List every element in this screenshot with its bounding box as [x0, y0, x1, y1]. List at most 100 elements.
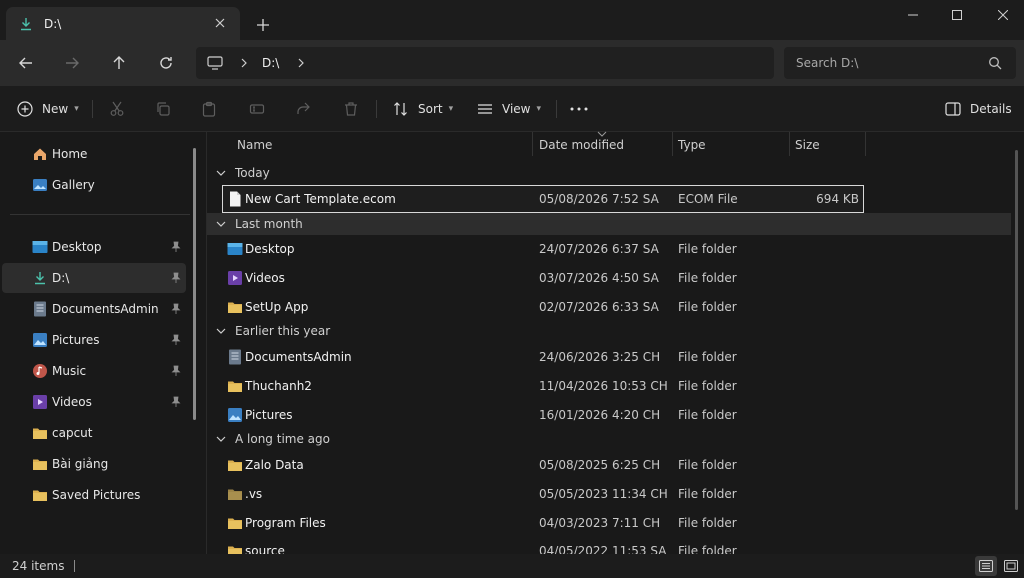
sidebar-item-bai-giang[interactable]: Bài giảng [2, 449, 186, 479]
group-header-today[interactable]: Today [207, 162, 1011, 184]
sidebar-item-label: Bài giảng [52, 457, 109, 471]
back-button[interactable] [12, 50, 40, 76]
column-divider[interactable] [865, 132, 866, 156]
share-button[interactable] [294, 98, 312, 120]
computer-icon[interactable] [206, 54, 224, 72]
sidebar-item-label: D:\ [52, 271, 70, 285]
up-button[interactable] [105, 50, 133, 76]
rename-icon [248, 100, 266, 118]
sidebar-item-desktop[interactable]: Desktop [2, 232, 186, 262]
file-row[interactable]: Zalo Data 05/08/2025 6:25 CH File folder [223, 452, 863, 478]
file-row[interactable]: Videos 03/07/2026 4:50 SA File folder [223, 265, 863, 291]
pin-icon[interactable] [170, 365, 182, 377]
document-icon [227, 349, 243, 365]
column-divider[interactable] [789, 132, 790, 156]
close-window-button[interactable] [988, 4, 1018, 26]
file-row[interactable]: Program Files 04/03/2023 7:11 CH File fo… [223, 510, 863, 536]
column-divider[interactable] [672, 132, 673, 156]
file-list: Name Date modified Type Size Today New C… [206, 131, 1024, 558]
pin-icon[interactable] [170, 303, 182, 315]
sort-button[interactable]: Sort ▾ [392, 98, 453, 120]
refresh-button[interactable] [152, 50, 180, 76]
file-name: SetUp App [245, 300, 309, 314]
group-header-last-month[interactable]: Last month [207, 213, 1011, 235]
file-row[interactable]: DocumentsAdmin 24/06/2026 3:25 CH File f… [223, 344, 863, 370]
column-header-date-modified[interactable]: Date modified [539, 132, 624, 158]
file-date: 24/07/2026 6:37 SA [539, 242, 659, 256]
sidebar-item-capcut[interactable]: capcut [2, 418, 186, 448]
sidebar-scrollbar[interactable] [193, 148, 196, 420]
group-label: Today [235, 166, 270, 180]
delete-button[interactable] [342, 98, 360, 120]
view-button[interactable]: View ▾ [476, 98, 541, 120]
title-bar: D:\ [0, 0, 1024, 40]
sidebar-item-label: Pictures [52, 333, 100, 347]
file-type: File folder [678, 242, 737, 256]
column-header-type[interactable]: Type [678, 132, 706, 158]
pictures-icon [32, 332, 48, 348]
close-icon[interactable] [212, 15, 228, 31]
column-header-name[interactable]: Name [237, 132, 272, 158]
file-row[interactable]: SetUp App 02/07/2026 6:33 SA File folder [223, 294, 863, 320]
chevron-right-icon[interactable] [236, 55, 252, 71]
breadcrumb-d-drive[interactable]: D:\ [262, 56, 279, 70]
sidebar-item-saved-pictures[interactable]: Saved Pictures [2, 480, 186, 510]
more-options-button[interactable] [570, 98, 588, 120]
sidebar-item-label: Music [52, 364, 87, 378]
file-name: Thuchanh2 [245, 379, 312, 393]
file-list-scrollbar[interactable] [1015, 150, 1018, 510]
file-type: File folder [678, 350, 737, 364]
details-view-button[interactable] [975, 556, 997, 576]
forward-button[interactable] [58, 50, 86, 76]
file-type: File folder [678, 487, 737, 501]
new-tab-button[interactable] [252, 14, 274, 36]
file-row[interactable]: Desktop 24/07/2026 6:37 SA File folder [223, 236, 863, 262]
file-name: .vs [245, 487, 263, 501]
file-type: File folder [678, 408, 737, 422]
address-bar[interactable]: D:\ [196, 47, 774, 79]
sidebar-item-label: Home [52, 147, 88, 161]
tab-d-drive[interactable]: D:\ [6, 7, 240, 40]
tiles-view-button[interactable] [1000, 556, 1022, 576]
folder-icon [227, 299, 243, 315]
details-button[interactable]: Details [944, 98, 1012, 120]
sidebar-item-home[interactable]: Home [2, 139, 186, 169]
sidebar-item-documentsadmin[interactable]: DocumentsAdmin [2, 294, 186, 324]
column-divider[interactable] [532, 132, 533, 156]
search-box[interactable] [784, 47, 1016, 79]
file-row[interactable]: .vs 05/05/2023 11:34 CH File folder [223, 481, 863, 507]
group-header-a-long-time-ago[interactable]: A long time ago [207, 428, 1011, 450]
pin-icon[interactable] [170, 272, 182, 284]
search-icon[interactable] [988, 56, 1002, 70]
maximize-button[interactable] [942, 4, 972, 26]
home-icon [32, 146, 48, 162]
folder-icon [32, 487, 48, 503]
new-button[interactable]: New ▾ [16, 98, 79, 120]
sidebar-item-pictures[interactable]: Pictures [2, 325, 186, 355]
file-date: 11/04/2026 10:53 CH [539, 379, 668, 393]
pin-icon[interactable] [170, 334, 182, 346]
file-row[interactable]: Pictures 16/01/2026 4:20 CH File folder [223, 402, 863, 428]
file-row[interactable]: Thuchanh2 11/04/2026 10:53 CH File folde… [223, 373, 863, 399]
column-header-size[interactable]: Size [795, 132, 820, 158]
status-bar: 24 items [0, 554, 1024, 578]
divider [556, 100, 557, 118]
rename-button[interactable] [248, 98, 266, 120]
copy-button[interactable] [154, 98, 172, 120]
sidebar-item-gallery[interactable]: Gallery [2, 170, 186, 200]
videos-icon [227, 270, 243, 286]
sidebar-item-music[interactable]: Music [2, 356, 186, 386]
pin-icon[interactable] [170, 396, 182, 408]
chevron-right-icon[interactable] [293, 55, 309, 71]
cut-button[interactable] [108, 98, 126, 120]
pin-icon[interactable] [170, 241, 182, 253]
minimize-button[interactable] [898, 4, 928, 26]
paste-button[interactable] [200, 98, 218, 120]
file-type: File folder [678, 379, 737, 393]
group-header-earlier-this-year[interactable]: Earlier this year [207, 320, 1011, 342]
folder-icon [32, 425, 48, 441]
file-row[interactable]: New Cart Template.ecom 05/08/2026 7:52 S… [222, 185, 864, 213]
sidebar-item-videos[interactable]: Videos [2, 387, 186, 417]
sidebar-item-d-drive[interactable]: D:\ [2, 263, 186, 293]
search-input[interactable] [796, 56, 976, 70]
